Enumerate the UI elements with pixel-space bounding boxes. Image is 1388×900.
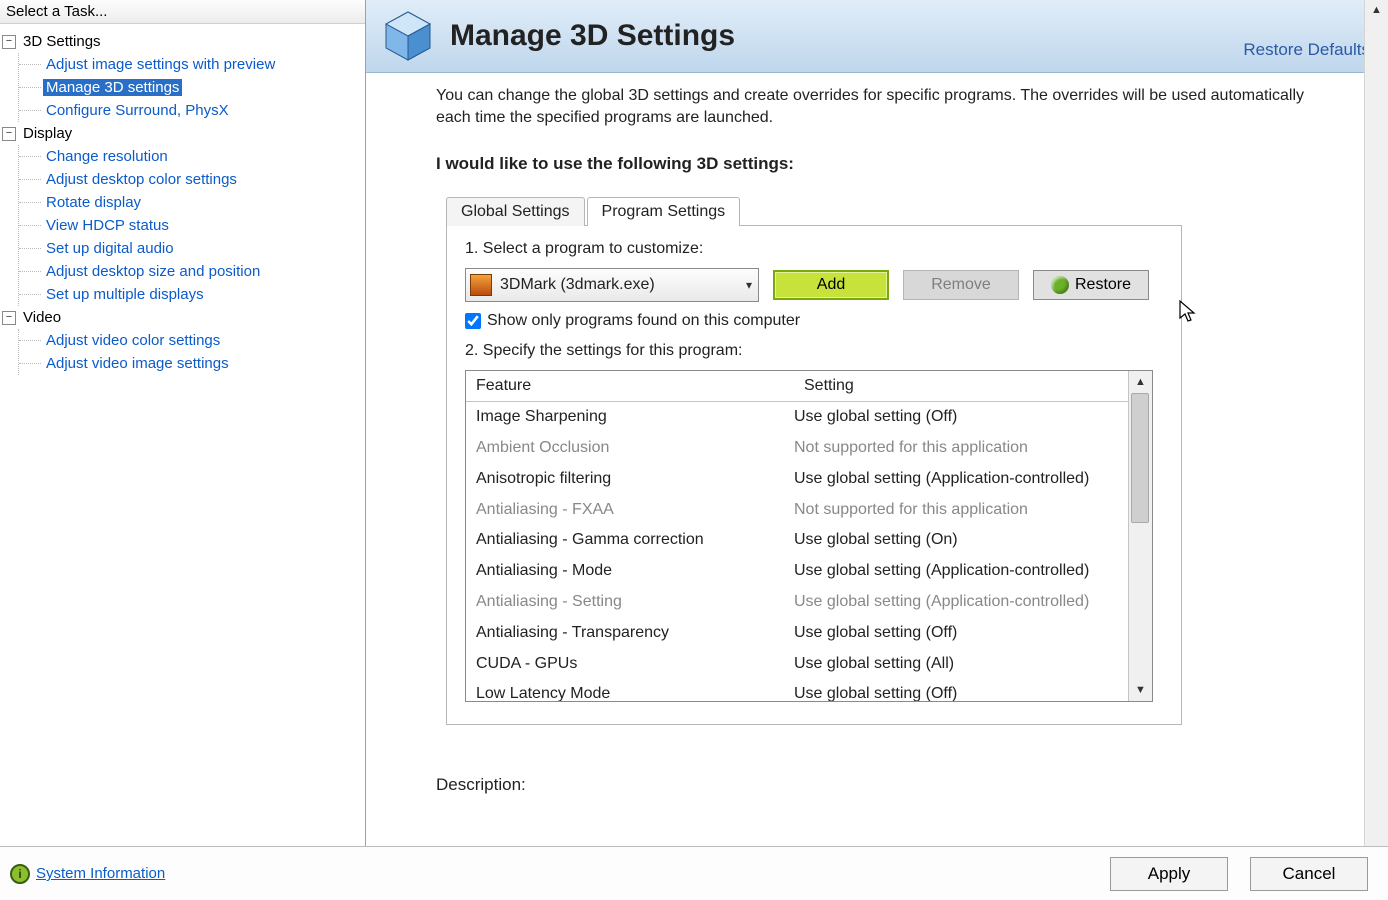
setting-cell: Use global setting (On) xyxy=(794,528,958,553)
scroll-thumb[interactable] xyxy=(1131,393,1149,523)
settings-table: Feature Setting Image SharpeningUse glob… xyxy=(465,370,1153,702)
step1-label: 1. Select a program to customize: xyxy=(465,240,1163,258)
nvidia-icon xyxy=(1051,276,1069,294)
table-scrollbar[interactable]: ▲ ▼ xyxy=(1128,371,1152,701)
tree-group-label[interactable]: Video xyxy=(20,309,64,326)
table-row[interactable]: Antialiasing - SettingUse global setting… xyxy=(466,587,1128,618)
tree-group-label[interactable]: 3D Settings xyxy=(20,33,104,50)
feature-cell: Antialiasing - Setting xyxy=(476,590,794,615)
setting-cell: Use global setting (Application-controll… xyxy=(794,467,1089,492)
description-label: Description: xyxy=(436,775,1352,795)
tree-item[interactable]: Manage 3D settings xyxy=(43,79,182,96)
show-only-checkbox[interactable] xyxy=(465,313,481,329)
show-only-checkbox-row[interactable]: Show only programs found on this compute… xyxy=(465,312,1163,330)
header-3d-icon xyxy=(380,8,436,64)
scroll-down-icon[interactable]: ▼ xyxy=(1131,681,1151,699)
setting-cell: Use global setting (Application-controll… xyxy=(794,559,1089,584)
remove-button[interactable]: Remove xyxy=(903,270,1019,300)
cancel-button[interactable]: Cancel xyxy=(1250,857,1368,891)
tree-item[interactable]: Adjust video color settings xyxy=(43,332,223,349)
chevron-down-icon: ▾ xyxy=(746,278,752,292)
intro-text: You can change the global 3D settings an… xyxy=(436,85,1336,128)
page-title: Manage 3D Settings xyxy=(450,19,1243,53)
setting-cell: Use global setting (Application-controll… xyxy=(794,590,1089,615)
scroll-up-icon[interactable]: ▲ xyxy=(1131,373,1151,391)
content-scrollbar[interactable]: ▲ xyxy=(1364,0,1388,846)
col-setting: Setting xyxy=(794,371,1128,401)
restore-button-label: Restore xyxy=(1075,276,1131,294)
show-only-label: Show only programs found on this compute… xyxy=(487,312,800,330)
tree-item[interactable]: Set up digital audio xyxy=(43,240,177,257)
table-row[interactable]: Antialiasing - FXAANot supported for thi… xyxy=(466,495,1128,526)
step2-label: 2. Specify the settings for this program… xyxy=(465,342,1163,360)
restore-defaults-link[interactable]: Restore Defaults xyxy=(1243,40,1370,60)
setting-cell: Not supported for this application xyxy=(794,436,1028,461)
feature-cell: Antialiasing - Gamma correction xyxy=(476,528,794,553)
program-selected-text: 3DMark (3dmark.exe) xyxy=(500,276,746,294)
feature-cell: Low Latency Mode xyxy=(476,682,794,701)
content-pane: Manage 3D Settings Restore Defaults You … xyxy=(366,0,1388,846)
add-button[interactable]: Add xyxy=(773,270,889,300)
setting-cell: Use global setting (Off) xyxy=(794,405,957,430)
program-select-combo[interactable]: 3DMark (3dmark.exe) ▾ xyxy=(465,268,759,302)
tree-item[interactable]: Adjust desktop color settings xyxy=(43,171,240,188)
feature-cell: Image Sharpening xyxy=(476,405,794,430)
setting-cell: Use global setting (Off) xyxy=(794,621,957,646)
tree-item[interactable]: Change resolution xyxy=(43,148,171,165)
content-header: Manage 3D Settings Restore Defaults xyxy=(366,0,1388,73)
tree-group-label[interactable]: Display xyxy=(20,125,75,142)
tab-global-settings[interactable]: Global Settings xyxy=(446,197,585,226)
setting-cell: Use global setting (All) xyxy=(794,652,954,677)
table-row[interactable]: CUDA - GPUsUse global setting (All) xyxy=(466,649,1128,680)
tree-toggle-icon[interactable]: − xyxy=(2,35,16,49)
tree-item[interactable]: Adjust video image settings xyxy=(43,355,232,372)
feature-cell: Antialiasing - Mode xyxy=(476,559,794,584)
tree-item[interactable]: Adjust desktop size and position xyxy=(43,263,263,280)
col-feature: Feature xyxy=(466,371,794,401)
footer-bar: i System Information Apply Cancel xyxy=(0,846,1388,900)
table-header: Feature Setting xyxy=(466,371,1128,402)
sidebar-title: Select a Task... xyxy=(0,0,365,24)
table-row[interactable]: Ambient OcclusionNot supported for this … xyxy=(466,433,1128,464)
info-icon: i xyxy=(10,864,30,884)
table-row[interactable]: Antialiasing - ModeUse global setting (A… xyxy=(466,556,1128,587)
feature-cell: Antialiasing - Transparency xyxy=(476,621,794,646)
tree-toggle-icon[interactable]: − xyxy=(2,127,16,141)
tree-item[interactable]: Rotate display xyxy=(43,194,144,211)
tree-item[interactable]: Set up multiple displays xyxy=(43,286,207,303)
tree-item[interactable]: Configure Surround, PhysX xyxy=(43,102,232,119)
setting-cell: Not supported for this application xyxy=(794,498,1028,523)
program-icon xyxy=(470,274,492,296)
restore-button[interactable]: Restore xyxy=(1033,270,1149,300)
section-title: I would like to use the following 3D set… xyxy=(436,154,1352,174)
table-row[interactable]: Antialiasing - TransparencyUse global se… xyxy=(466,618,1128,649)
apply-button[interactable]: Apply xyxy=(1110,857,1228,891)
task-sidebar: Select a Task... −3D SettingsAdjust imag… xyxy=(0,0,366,846)
feature-cell: Antialiasing - FXAA xyxy=(476,498,794,523)
setting-cell: Use global setting (Off) xyxy=(794,682,957,701)
feature-cell: CUDA - GPUs xyxy=(476,652,794,677)
table-row[interactable]: Anisotropic filteringUse global setting … xyxy=(466,464,1128,495)
tree-item[interactable]: View HDCP status xyxy=(43,217,172,234)
table-row[interactable]: Antialiasing - Gamma correctionUse globa… xyxy=(466,525,1128,556)
table-row[interactable]: Image SharpeningUse global setting (Off) xyxy=(466,402,1128,433)
system-information-label: System Information xyxy=(36,865,165,882)
tree-item[interactable]: Adjust image settings with preview xyxy=(43,56,278,73)
task-tree: −3D SettingsAdjust image settings with p… xyxy=(0,24,365,846)
tab-program-settings[interactable]: Program Settings xyxy=(587,197,741,226)
content-scroll-up-icon[interactable]: ▲ xyxy=(1367,0,1387,20)
feature-cell: Ambient Occlusion xyxy=(476,436,794,461)
program-settings-panel: 1. Select a program to customize: 3DMark… xyxy=(446,225,1182,725)
table-row[interactable]: Low Latency ModeUse global setting (Off) xyxy=(466,679,1128,701)
feature-cell: Anisotropic filtering xyxy=(476,467,794,492)
tab-bar: Global Settings Program Settings xyxy=(446,197,1352,226)
system-information-link[interactable]: i System Information xyxy=(10,864,165,884)
tree-toggle-icon[interactable]: − xyxy=(2,311,16,325)
